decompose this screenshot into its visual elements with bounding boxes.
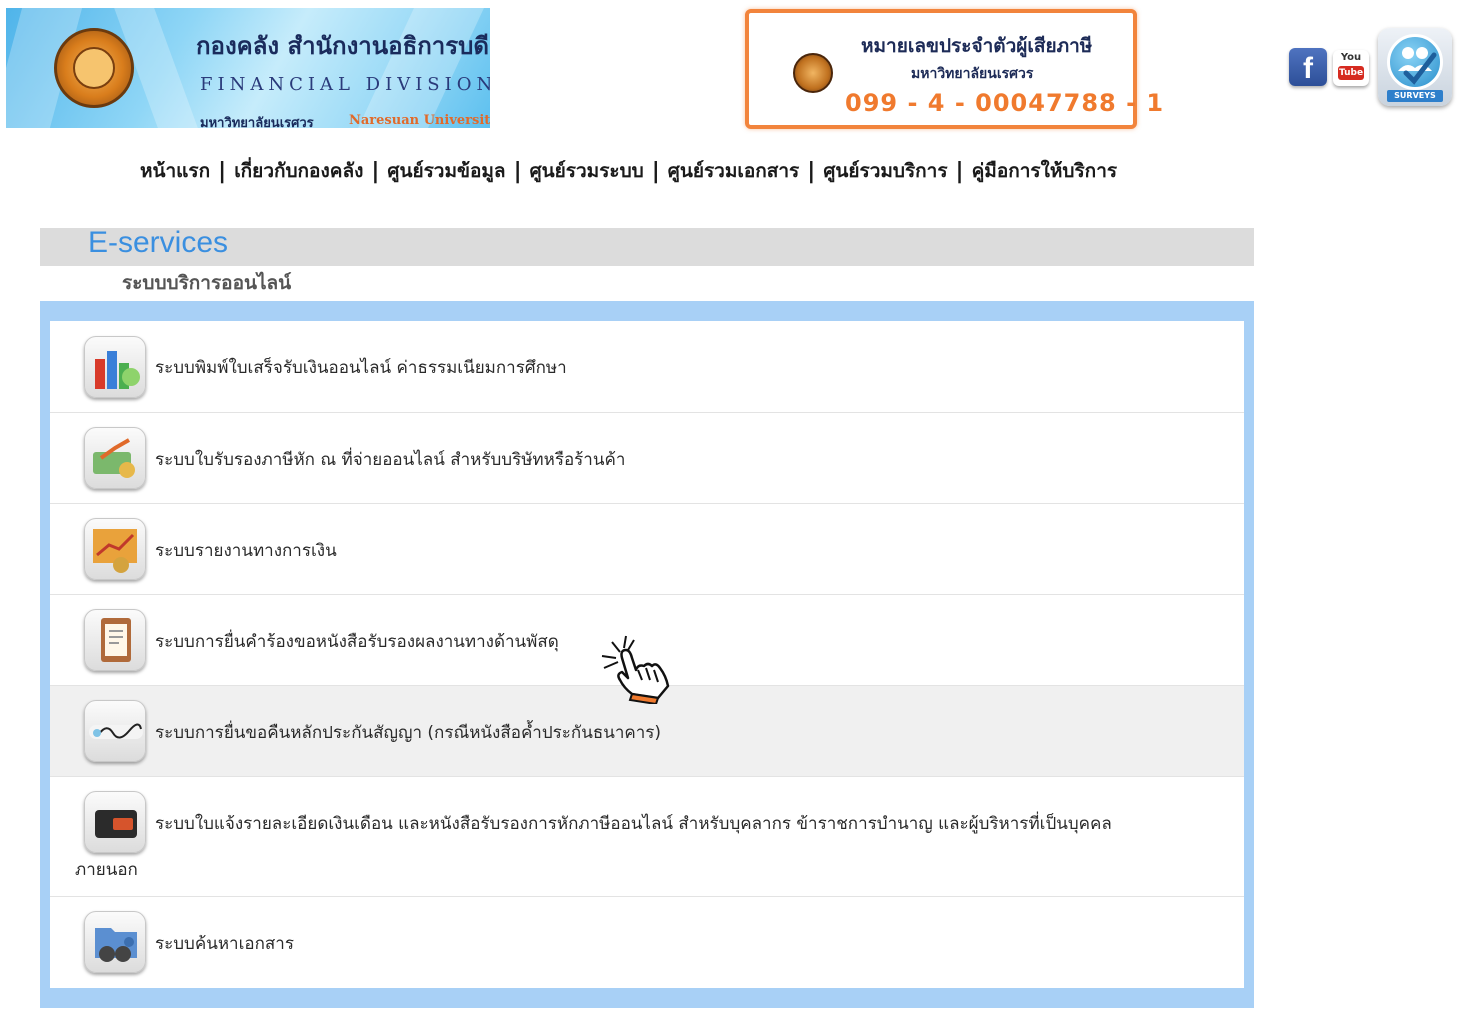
eservice-label: ระบบการยื่นขอคืนหลักประกันสัญญา (กรณีหนั…: [155, 723, 662, 743]
main-nav: หน้าแรก | เกี่ยวกับกองคลัง | ศูนย์รวมข้อ…: [140, 156, 1117, 186]
elephant-emblem-icon: [73, 47, 115, 89]
nav-about[interactable]: เกี่ยวกับกองคลัง: [234, 156, 363, 186]
eservice-label: ระบบรายงานทางการเงิน: [155, 541, 337, 561]
banner-university-en: Naresuan University: [349, 113, 490, 128]
eservice-label-wrap: ภายนอก: [75, 860, 138, 880]
taxpayer-id-box: หมายเลขประจำตัวผู้เสียภาษี มหาวิทยาลัยนเ…: [745, 9, 1163, 129]
nav-home[interactable]: หน้าแรก: [140, 156, 210, 186]
banner-university-th: มหาวิทยาลัยนเรศวร: [200, 116, 314, 128]
finance-report-icon: [84, 518, 146, 580]
nav-separator: |: [651, 158, 660, 184]
hand-pointer-cursor-icon: [601, 635, 670, 704]
youtube-tube-text: Tube: [1338, 66, 1364, 80]
nav-separator: |: [371, 158, 380, 184]
checkmark-icon: [1398, 47, 1437, 85]
eservice-label: ระบบการยื่นคำร้องขอหนังสือรับรองผลงานทาง…: [155, 632, 559, 652]
nav-services-center[interactable]: ศูนย์รวมบริการ: [823, 156, 947, 186]
banner-title-en: FINANCIAL DIVISION: [200, 74, 490, 95]
wallet-icon: [84, 791, 146, 853]
receipt-chart-icon: [84, 336, 146, 398]
taxpayer-number: 099 - 4 - 00047788 - 1: [845, 89, 1165, 117]
university-seal-icon: [54, 28, 134, 108]
eservice-item-financial-report[interactable]: ระบบรายงานทางการเงิน: [50, 504, 1244, 595]
eservice-item-withholding-tax[interactable]: ระบบใบรับรองภาษีหัก ณ ที่จ่ายออนไลน์ สำห…: [50, 413, 1244, 504]
header-banner[interactable]: กองคลัง สำนักงานอธิการบดี FINANCIAL DIVI…: [6, 8, 490, 128]
nav-documents-center[interactable]: ศูนย์รวมเอกสาร: [668, 156, 799, 186]
eservice-label: ระบบใบแจ้งรายละเอียดเงินเดือน และหนังสือ…: [155, 814, 1112, 834]
page: กองคลัง สำนักงานอธิการบดี FINANCIAL DIVI…: [0, 0, 1459, 1011]
eservice-label: ระบบพิมพ์ใบเสร็จรับเงินออนไลน์ ค่าธรรมเน…: [155, 358, 567, 378]
taxpayer-university: มหาวิทยาลัยนเรศวร: [911, 66, 1034, 82]
eservice-item-salary-slip[interactable]: ระบบใบแจ้งรายละเอียดเงินเดือน และหนังสือ…: [50, 777, 1244, 897]
money-growth-icon: [84, 427, 146, 489]
eservice-item-document-search[interactable]: ระบบค้นหาเอกสาร: [50, 897, 1244, 988]
university-seal-icon: [793, 53, 833, 93]
nav-systems-center[interactable]: ศูนย์รวมระบบ: [530, 156, 644, 186]
nav-service-manual[interactable]: คู่มือการให้บริการ: [972, 156, 1117, 186]
eservices-title: E-services: [88, 226, 229, 259]
folder-search-icon: [84, 911, 146, 973]
nav-separator: |: [513, 158, 522, 184]
people-check-icon: [1387, 34, 1443, 90]
eservice-label: ระบบใบรับรองภาษีหัก ณ ที่จ่ายออนไลน์ สำห…: [155, 450, 626, 470]
youtube-icon[interactable]: You Tube: [1333, 50, 1369, 86]
facebook-icon[interactable]: f: [1289, 48, 1327, 86]
nav-separator: |: [807, 158, 816, 184]
banner-title-th: กองคลัง สำนักงานอธิการบดี: [196, 31, 489, 60]
eservice-label: ระบบค้นหาเอกสาร: [155, 934, 294, 954]
clipboard-icon: [84, 609, 146, 671]
nav-data-center[interactable]: ศูนย์รวมข้อมูล: [387, 156, 505, 186]
surveys-icon[interactable]: SURVEYS: [1378, 28, 1452, 106]
youtube-you-text: You: [1340, 52, 1362, 63]
nav-separator: |: [218, 158, 227, 184]
signature-icon: [84, 700, 146, 762]
nav-separator: |: [955, 158, 964, 184]
eservices-subtitle: ระบบบริการออนไลน์: [122, 272, 292, 294]
taxpayer-title: หมายเลขประจำตัวผู้เสียภาษี: [861, 35, 1093, 57]
eservice-item-receipt[interactable]: ระบบพิมพ์ใบเสร็จรับเงินออนไลน์ ค่าธรรมเน…: [50, 321, 1244, 413]
surveys-label: SURVEYS: [1387, 90, 1443, 102]
